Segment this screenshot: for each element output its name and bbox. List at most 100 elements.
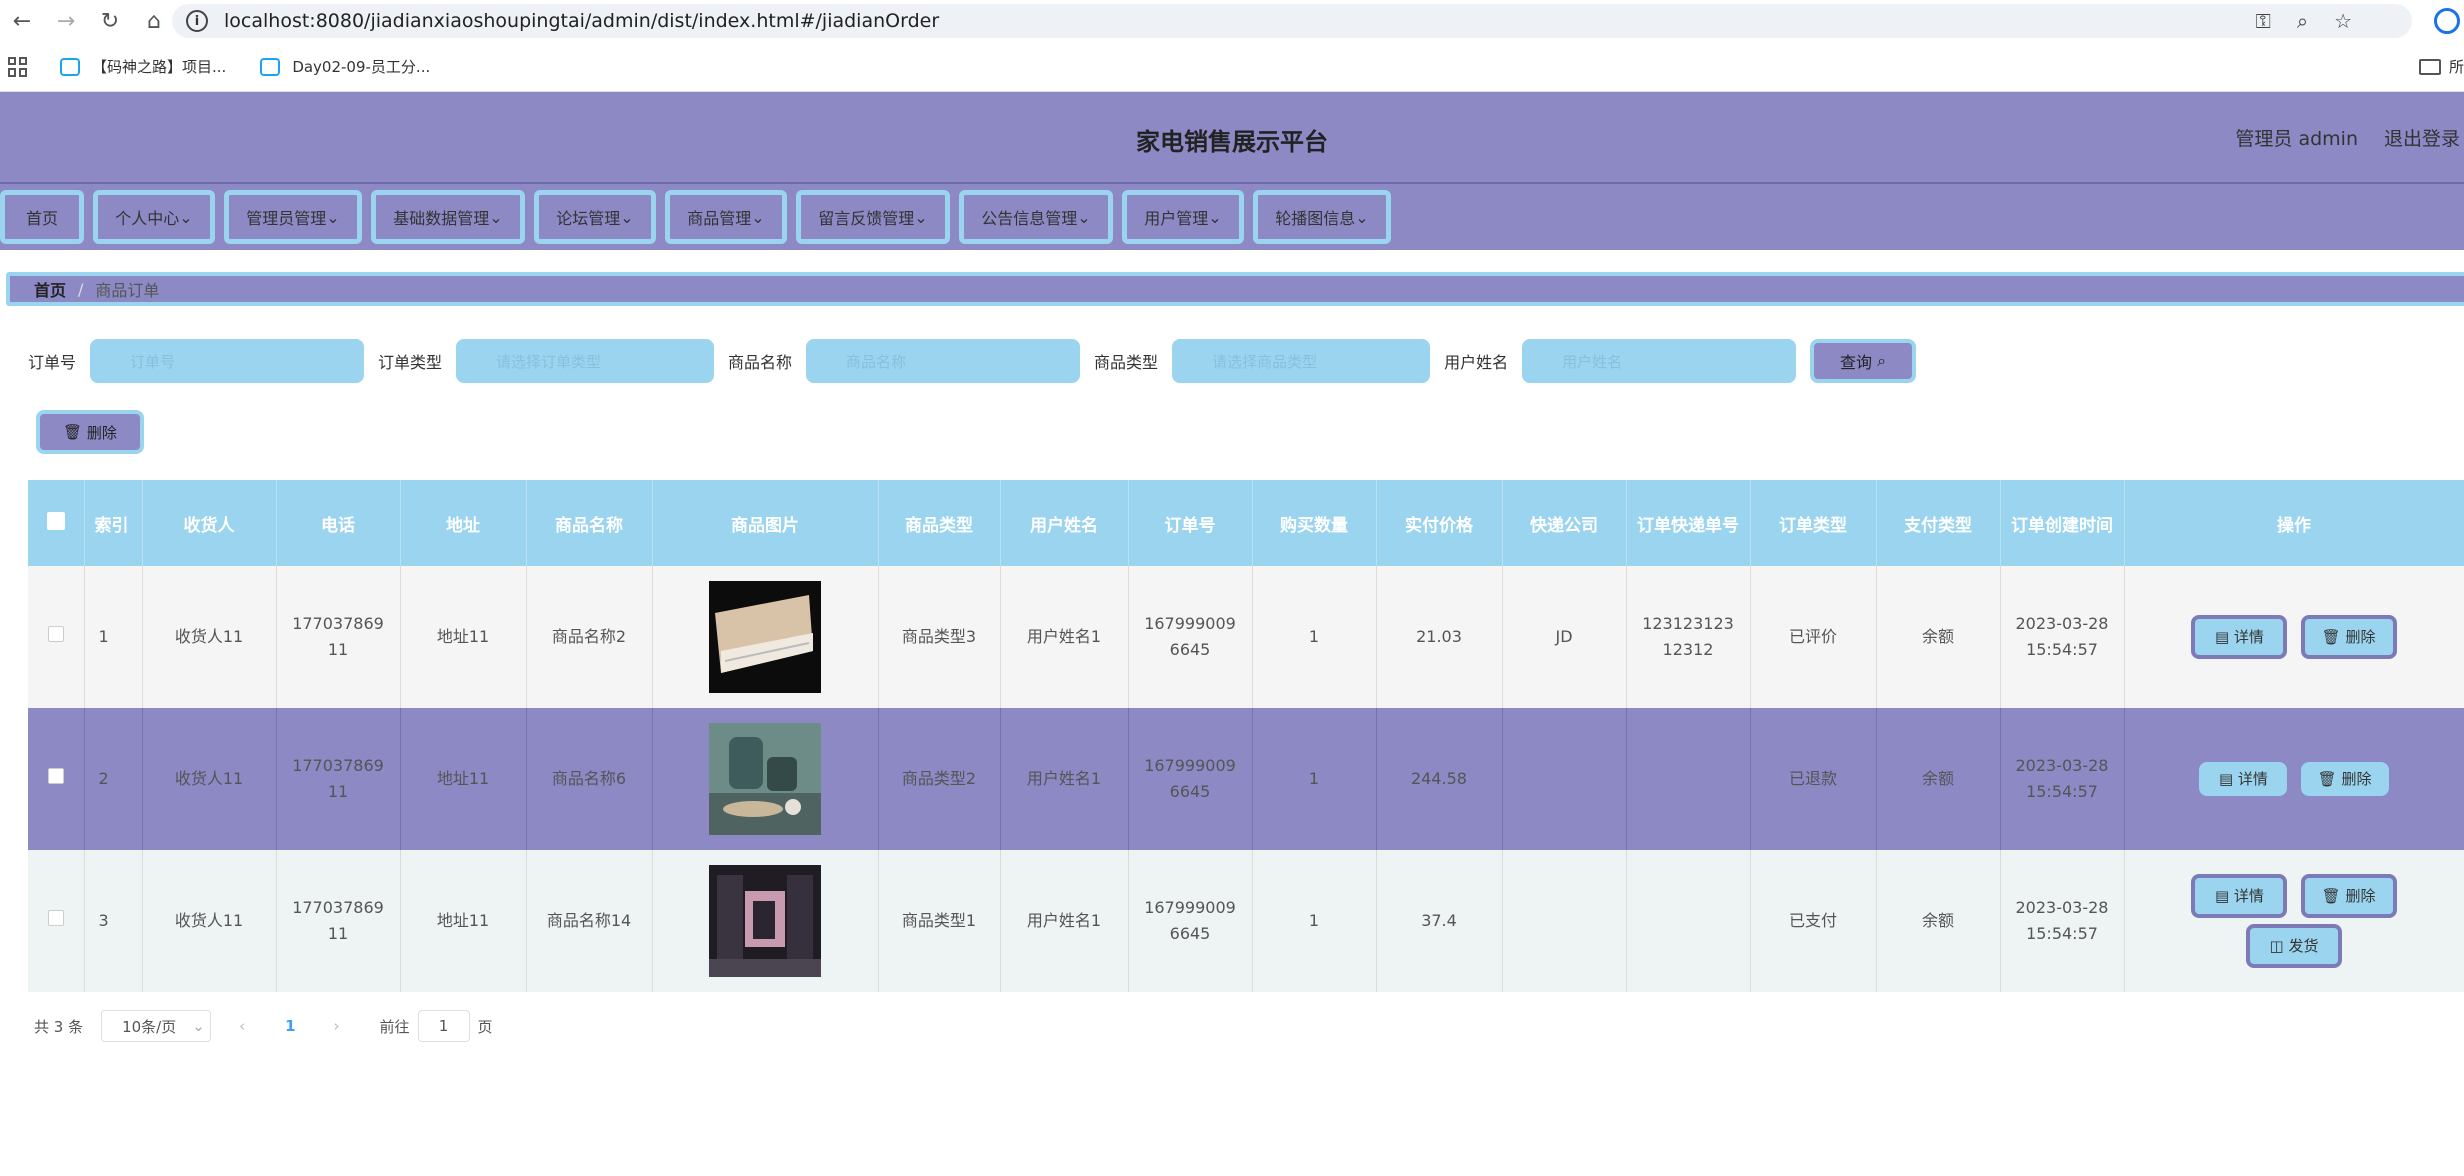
detail-button[interactable]: ▤ 详情 xyxy=(2191,615,2288,659)
apps-grid-icon[interactable] xyxy=(8,56,28,77)
user-name-input[interactable]: 用户姓名 xyxy=(1522,339,1797,383)
cell-product: 商品名称14 xyxy=(526,850,653,992)
col-header[interactable]: 订单号 xyxy=(1128,480,1253,566)
col-header[interactable]: 快递公司 xyxy=(1502,480,1627,566)
air-conditioner-image[interactable] xyxy=(709,581,821,693)
bookmark-item[interactable]: 【码神之路】项目... xyxy=(60,56,226,77)
menu-home[interactable]: 首页 xyxy=(0,190,84,244)
query-button[interactable]: 查询 ⌕ xyxy=(1810,339,1917,383)
profile-avatar-icon[interactable] xyxy=(2434,8,2460,34)
cell-image xyxy=(652,708,879,850)
breadcrumb: 首页 / 商品订单 xyxy=(6,272,2464,306)
document-icon: ▤ xyxy=(2214,887,2230,905)
col-header[interactable]: 购买数量 xyxy=(1252,480,1377,566)
menu-label: 留言反馈管理 xyxy=(818,209,915,228)
menu-base-data[interactable]: 基础数据管理 ⌄ xyxy=(371,190,525,244)
menu-users[interactable]: 用户管理 ⌄ xyxy=(1122,190,1244,244)
prev-page-icon[interactable]: ‹ xyxy=(239,1017,245,1035)
menu-announcements[interactable]: 公告信息管理 ⌄ xyxy=(959,190,1113,244)
row-select-cell xyxy=(28,850,85,992)
user-name-label: 用户姓名 xyxy=(1444,353,1509,372)
col-header[interactable]: 订单创建时间 xyxy=(2000,480,2125,566)
page-number[interactable]: 1 xyxy=(285,1017,295,1035)
chevron-down-icon: ⌄ xyxy=(326,207,340,227)
col-header[interactable]: 收货人 xyxy=(142,480,277,566)
cell-qty: 1 xyxy=(1252,566,1377,708)
menu-feedback[interactable]: 留言反馈管理 ⌄ xyxy=(796,190,950,244)
product-name-input[interactable]: 商品名称 xyxy=(806,339,1081,383)
back-icon[interactable]: ← xyxy=(0,0,44,42)
col-header[interactable]: 商品图片 xyxy=(652,480,879,566)
cell-courier xyxy=(1502,850,1627,992)
detail-button[interactable]: ▤ 详情 xyxy=(2191,874,2288,918)
col-header[interactable]: 订单快递单号 xyxy=(1626,480,1751,566)
col-header[interactable]: 索引 xyxy=(84,480,143,566)
col-header[interactable]: 实付价格 xyxy=(1376,480,1503,566)
col-header[interactable]: 支付类型 xyxy=(1876,480,2001,566)
site-info-icon[interactable]: i xyxy=(186,10,208,32)
kitchen-interior-image[interactable] xyxy=(709,865,821,977)
star-icon[interactable]: ☆ xyxy=(2334,9,2352,33)
row-checkbox[interactable] xyxy=(47,910,64,926)
delete-button[interactable]: 🗑 删除 xyxy=(2300,762,2389,796)
menu-forum[interactable]: 论坛管理 ⌄ xyxy=(534,190,656,244)
cell-price: 37.4 xyxy=(1376,850,1503,992)
cell-address: 地址11 xyxy=(400,708,527,850)
order-no-input[interactable]: 订单号 xyxy=(90,339,365,383)
ship-button[interactable]: ◫ 发货 xyxy=(2246,924,2342,968)
delete-button[interactable]: 🗑 删除 xyxy=(2300,615,2397,659)
col-header[interactable]: 电话 xyxy=(276,480,401,566)
cell-payment: 余额 xyxy=(1876,566,2001,708)
col-header[interactable]: 商品名称 xyxy=(526,480,653,566)
chevron-down-icon: ⌄ xyxy=(179,207,193,227)
chevron-down-icon: ⌄ xyxy=(751,207,765,227)
placeholder: 请选择商品类型 xyxy=(1212,352,1318,371)
delete-button[interactable]: 🗑 删除 xyxy=(2300,874,2397,918)
col-header[interactable]: 地址 xyxy=(400,480,527,566)
col-header[interactable]: 订单类型 xyxy=(1750,480,1877,566)
select-all-checkbox[interactable] xyxy=(46,511,65,530)
order-no-label: 订单号 xyxy=(28,353,77,372)
kettle-set-image[interactable] xyxy=(709,723,821,835)
menu-personal-center[interactable]: 个人中心 ⌄ xyxy=(93,190,215,244)
detail-button[interactable]: ▤ 详情 xyxy=(2199,762,2288,796)
breadcrumb-home[interactable]: 首页 xyxy=(34,277,66,301)
breadcrumb-separator: / xyxy=(78,279,84,299)
home-icon[interactable]: ⌂ xyxy=(132,0,176,42)
order-type-select[interactable]: 请选择订单类型 xyxy=(456,339,715,383)
page-size-select[interactable]: 10条/页 ⌄ xyxy=(101,1010,212,1042)
cell-created: 2023-03-28 15:54:57 xyxy=(2000,708,2125,850)
row-select-cell xyxy=(28,566,85,708)
menu-admin-management[interactable]: 管理员管理 ⌄ xyxy=(224,190,362,244)
address-bar[interactable]: i localhost:8080/jiadianxiaoshoupingtai/… xyxy=(172,4,2412,38)
url-text: localhost:8080/jiadianxiaoshoupingtai/ad… xyxy=(224,10,940,32)
product-name-label: 商品名称 xyxy=(728,353,793,372)
cell-tracking: 12312312312312 xyxy=(1626,566,1751,708)
batch-delete-button[interactable]: 🗑 删除 xyxy=(36,410,144,454)
menu-carousel[interactable]: 轮播图信息 ⌄ xyxy=(1253,190,1391,244)
row-select-cell xyxy=(28,708,85,850)
product-type-select[interactable]: 请选择商品类型 xyxy=(1172,339,1431,383)
all-bookmarks[interactable]: 所 xyxy=(2418,56,2464,77)
bookmark-item[interactable]: Day02-09-员工分... xyxy=(260,56,430,77)
cell-type: 商品类型2 xyxy=(878,708,1001,850)
row-checkbox[interactable] xyxy=(47,768,64,784)
menu-products[interactable]: 商品管理 ⌄ xyxy=(665,190,787,244)
logout-link[interactable]: 退出登录 xyxy=(2384,124,2460,151)
cell-order-no: 1679990096645 xyxy=(1128,708,1253,850)
col-header[interactable]: 商品类型 xyxy=(878,480,1001,566)
document-icon: ▤ xyxy=(2218,770,2234,788)
key-icon[interactable]: ⚿ xyxy=(2256,9,2271,33)
next-page-icon[interactable]: › xyxy=(334,1017,340,1035)
col-header[interactable]: 用户姓名 xyxy=(1000,480,1129,566)
detail-label: 详情 xyxy=(2233,628,2264,646)
table-row: 3 收货人11 17703786911 地址11 商品名称14 商品类型1 用户… xyxy=(28,850,2464,992)
goto-page-input[interactable]: 1 xyxy=(417,1010,470,1042)
zoom-icon[interactable]: ⌕ xyxy=(2297,9,2308,33)
menu-label: 个人中心 xyxy=(115,209,180,228)
forward-icon[interactable]: → xyxy=(44,0,88,42)
cell-price: 244.58 xyxy=(1376,708,1503,850)
reload-icon[interactable]: ↻ xyxy=(88,0,132,42)
main-menu: 首页 个人中心 ⌄ 管理员管理 ⌄ 基础数据管理 ⌄ 论坛管理 ⌄ 商品管理 ⌄ 留言反馈… xyxy=(0,182,2464,250)
row-checkbox[interactable] xyxy=(47,626,64,642)
